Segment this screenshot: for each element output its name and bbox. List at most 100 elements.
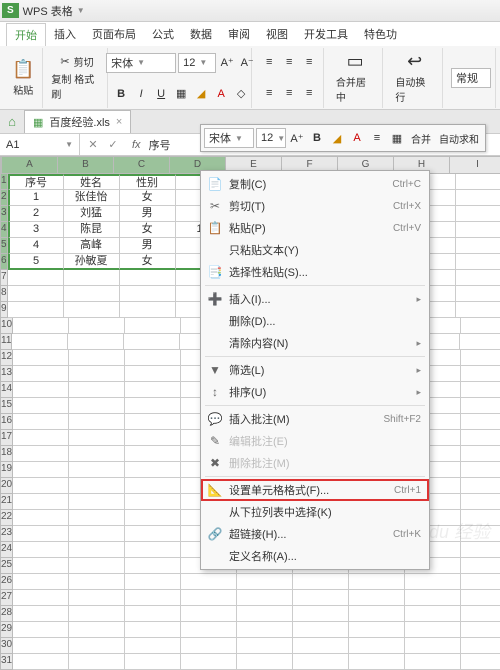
cell[interactable] (13, 478, 69, 494)
row-header[interactable]: 18 (0, 446, 13, 462)
cell[interactable] (13, 494, 69, 510)
menu-tab-0[interactable]: 开始 (6, 23, 46, 46)
context-item[interactable]: 定义名称(A)... (201, 545, 429, 567)
cell[interactable] (13, 638, 69, 654)
cell[interactable] (125, 350, 181, 366)
cell[interactable] (181, 590, 237, 606)
cell[interactable] (64, 270, 120, 286)
cell[interactable] (293, 590, 349, 606)
cell[interactable] (125, 606, 181, 622)
row-header[interactable]: 28 (0, 606, 13, 622)
align-center-icon[interactable]: ≡ (280, 84, 298, 102)
row-header[interactable]: 23 (0, 526, 13, 542)
cell[interactable] (181, 654, 237, 670)
row-header[interactable]: 31 (0, 654, 13, 670)
context-item[interactable]: 📋粘贴(P)Ctrl+V (201, 217, 429, 239)
row-header[interactable]: 11 (0, 334, 12, 350)
cell[interactable] (405, 590, 461, 606)
cell[interactable] (456, 270, 500, 286)
name-box[interactable]: A1▼ (0, 134, 80, 155)
paste-button[interactable]: 📋 粘贴 (8, 57, 38, 99)
mini-bold-button[interactable]: B (308, 129, 326, 147)
cell[interactable] (69, 606, 125, 622)
cell[interactable] (349, 590, 405, 606)
cell[interactable] (461, 398, 500, 414)
cell[interactable] (456, 286, 500, 302)
cell[interactable]: 高峰 (64, 238, 120, 254)
mini-border-icon[interactable]: ▦ (388, 129, 406, 147)
cell[interactable] (461, 382, 500, 398)
cell[interactable] (293, 606, 349, 622)
fill-color-button[interactable]: ◢ (192, 85, 210, 103)
cell[interactable] (125, 446, 181, 462)
cell[interactable] (69, 446, 125, 462)
context-item[interactable]: ▼筛选(L)▸ (201, 359, 429, 381)
row-header[interactable]: 26 (0, 574, 13, 590)
mini-font-combo[interactable]: 宋体▼ (204, 128, 254, 148)
cell[interactable] (13, 574, 69, 590)
cell[interactable] (461, 542, 500, 558)
cell[interactable]: 陈昆 (64, 222, 120, 238)
cell[interactable] (405, 622, 461, 638)
row-header[interactable]: 19 (0, 462, 13, 478)
menu-tab-8[interactable]: 特色功 (356, 23, 405, 45)
cell[interactable] (125, 574, 181, 590)
mini-autosum-button[interactable]: 自动求和 (436, 131, 482, 146)
cell[interactable] (69, 318, 125, 334)
cell[interactable] (120, 286, 176, 302)
menu-tab-7[interactable]: 开发工具 (296, 23, 356, 45)
cell[interactable] (456, 254, 500, 270)
cell[interactable] (125, 430, 181, 446)
cell[interactable] (456, 302, 500, 318)
cell[interactable] (13, 462, 69, 478)
cell[interactable] (349, 622, 405, 638)
align-right-icon[interactable]: ≡ (300, 84, 318, 102)
row-header[interactable]: 27 (0, 590, 13, 606)
copy-format-label[interactable]: 复制 格式刷 (51, 71, 102, 101)
cell[interactable] (125, 462, 181, 478)
col-header[interactable]: B (58, 156, 114, 174)
cell[interactable] (69, 622, 125, 638)
border-button[interactable]: ▦ (172, 85, 190, 103)
cell[interactable]: 性别 (120, 174, 176, 190)
row-header[interactable]: 10 (0, 318, 13, 334)
cell[interactable] (69, 366, 125, 382)
cancel-formula-icon[interactable]: ✕ (84, 136, 102, 154)
context-item[interactable]: 📄复制(C)Ctrl+C (201, 173, 429, 195)
cell[interactable]: 5 (8, 254, 64, 270)
row-header[interactable]: 8 (0, 286, 8, 302)
cell[interactable] (461, 430, 500, 446)
cell[interactable] (461, 574, 500, 590)
cell[interactable] (69, 590, 125, 606)
cell[interactable] (405, 574, 461, 590)
cell[interactable] (349, 638, 405, 654)
cell[interactable] (460, 334, 500, 350)
mini-increase-font-icon[interactable]: A⁺ (288, 129, 306, 147)
cell[interactable] (13, 350, 69, 366)
row-header[interactable]: 24 (0, 542, 13, 558)
cut-label[interactable]: 剪切 (74, 54, 94, 69)
col-header[interactable]: C (114, 156, 170, 174)
close-tab-icon[interactable]: × (116, 116, 122, 128)
mini-fill-icon[interactable]: ◢ (328, 129, 346, 147)
cell[interactable] (64, 302, 120, 318)
cut-icon[interactable]: ✂ (60, 55, 69, 68)
cell[interactable] (405, 654, 461, 670)
cell[interactable]: 序号 (8, 174, 64, 190)
cell[interactable]: 2 (8, 206, 64, 222)
cell[interactable] (69, 558, 125, 574)
mini-font-color-icon[interactable]: A (348, 129, 366, 147)
cell[interactable] (69, 478, 125, 494)
merge-center-button[interactable]: ▭ 合并居中 (332, 49, 379, 106)
cell[interactable] (461, 414, 500, 430)
cell[interactable] (69, 414, 125, 430)
row-header[interactable]: 16 (0, 414, 13, 430)
cell[interactable] (68, 334, 124, 350)
cell[interactable]: 男 (120, 238, 176, 254)
number-format-combo[interactable]: 常规 (451, 68, 491, 88)
cell[interactable] (124, 334, 180, 350)
cell[interactable] (125, 414, 181, 430)
cell[interactable] (461, 462, 500, 478)
cell[interactable] (293, 638, 349, 654)
cell[interactable] (13, 398, 69, 414)
